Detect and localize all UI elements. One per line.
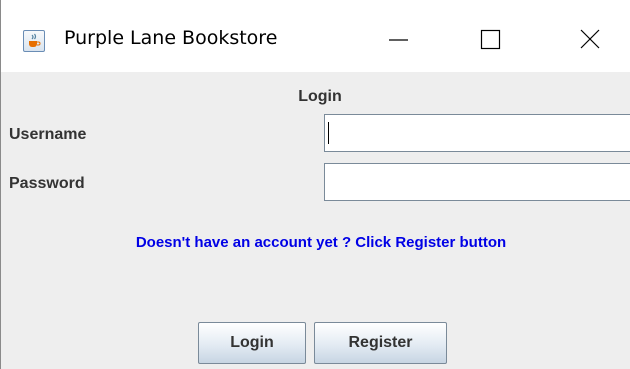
java-cup-icon xyxy=(23,30,45,52)
title-bar[interactable]: Purple Lane Bookstore xyxy=(1,0,630,72)
maximize-button[interactable] xyxy=(467,16,513,62)
username-label: Username xyxy=(9,126,87,143)
app-window: Purple Lane Bookstore Login Username Pas… xyxy=(0,0,630,369)
login-heading: Login xyxy=(298,88,342,105)
login-button[interactable]: Login xyxy=(198,322,306,364)
text-caret xyxy=(328,122,329,144)
minimize-icon xyxy=(389,39,408,41)
close-icon xyxy=(580,29,600,49)
close-button[interactable] xyxy=(567,16,613,62)
maximize-icon xyxy=(480,29,501,50)
register-button[interactable]: Register xyxy=(314,322,447,364)
password-label: Password xyxy=(9,175,85,192)
window-title: Purple Lane Bookstore xyxy=(64,27,278,49)
minimize-button[interactable] xyxy=(375,16,421,62)
password-field[interactable] xyxy=(324,163,630,201)
register-hint: Doesn't have an account yet ? Click Regi… xyxy=(135,234,507,251)
username-field[interactable] xyxy=(324,114,630,152)
